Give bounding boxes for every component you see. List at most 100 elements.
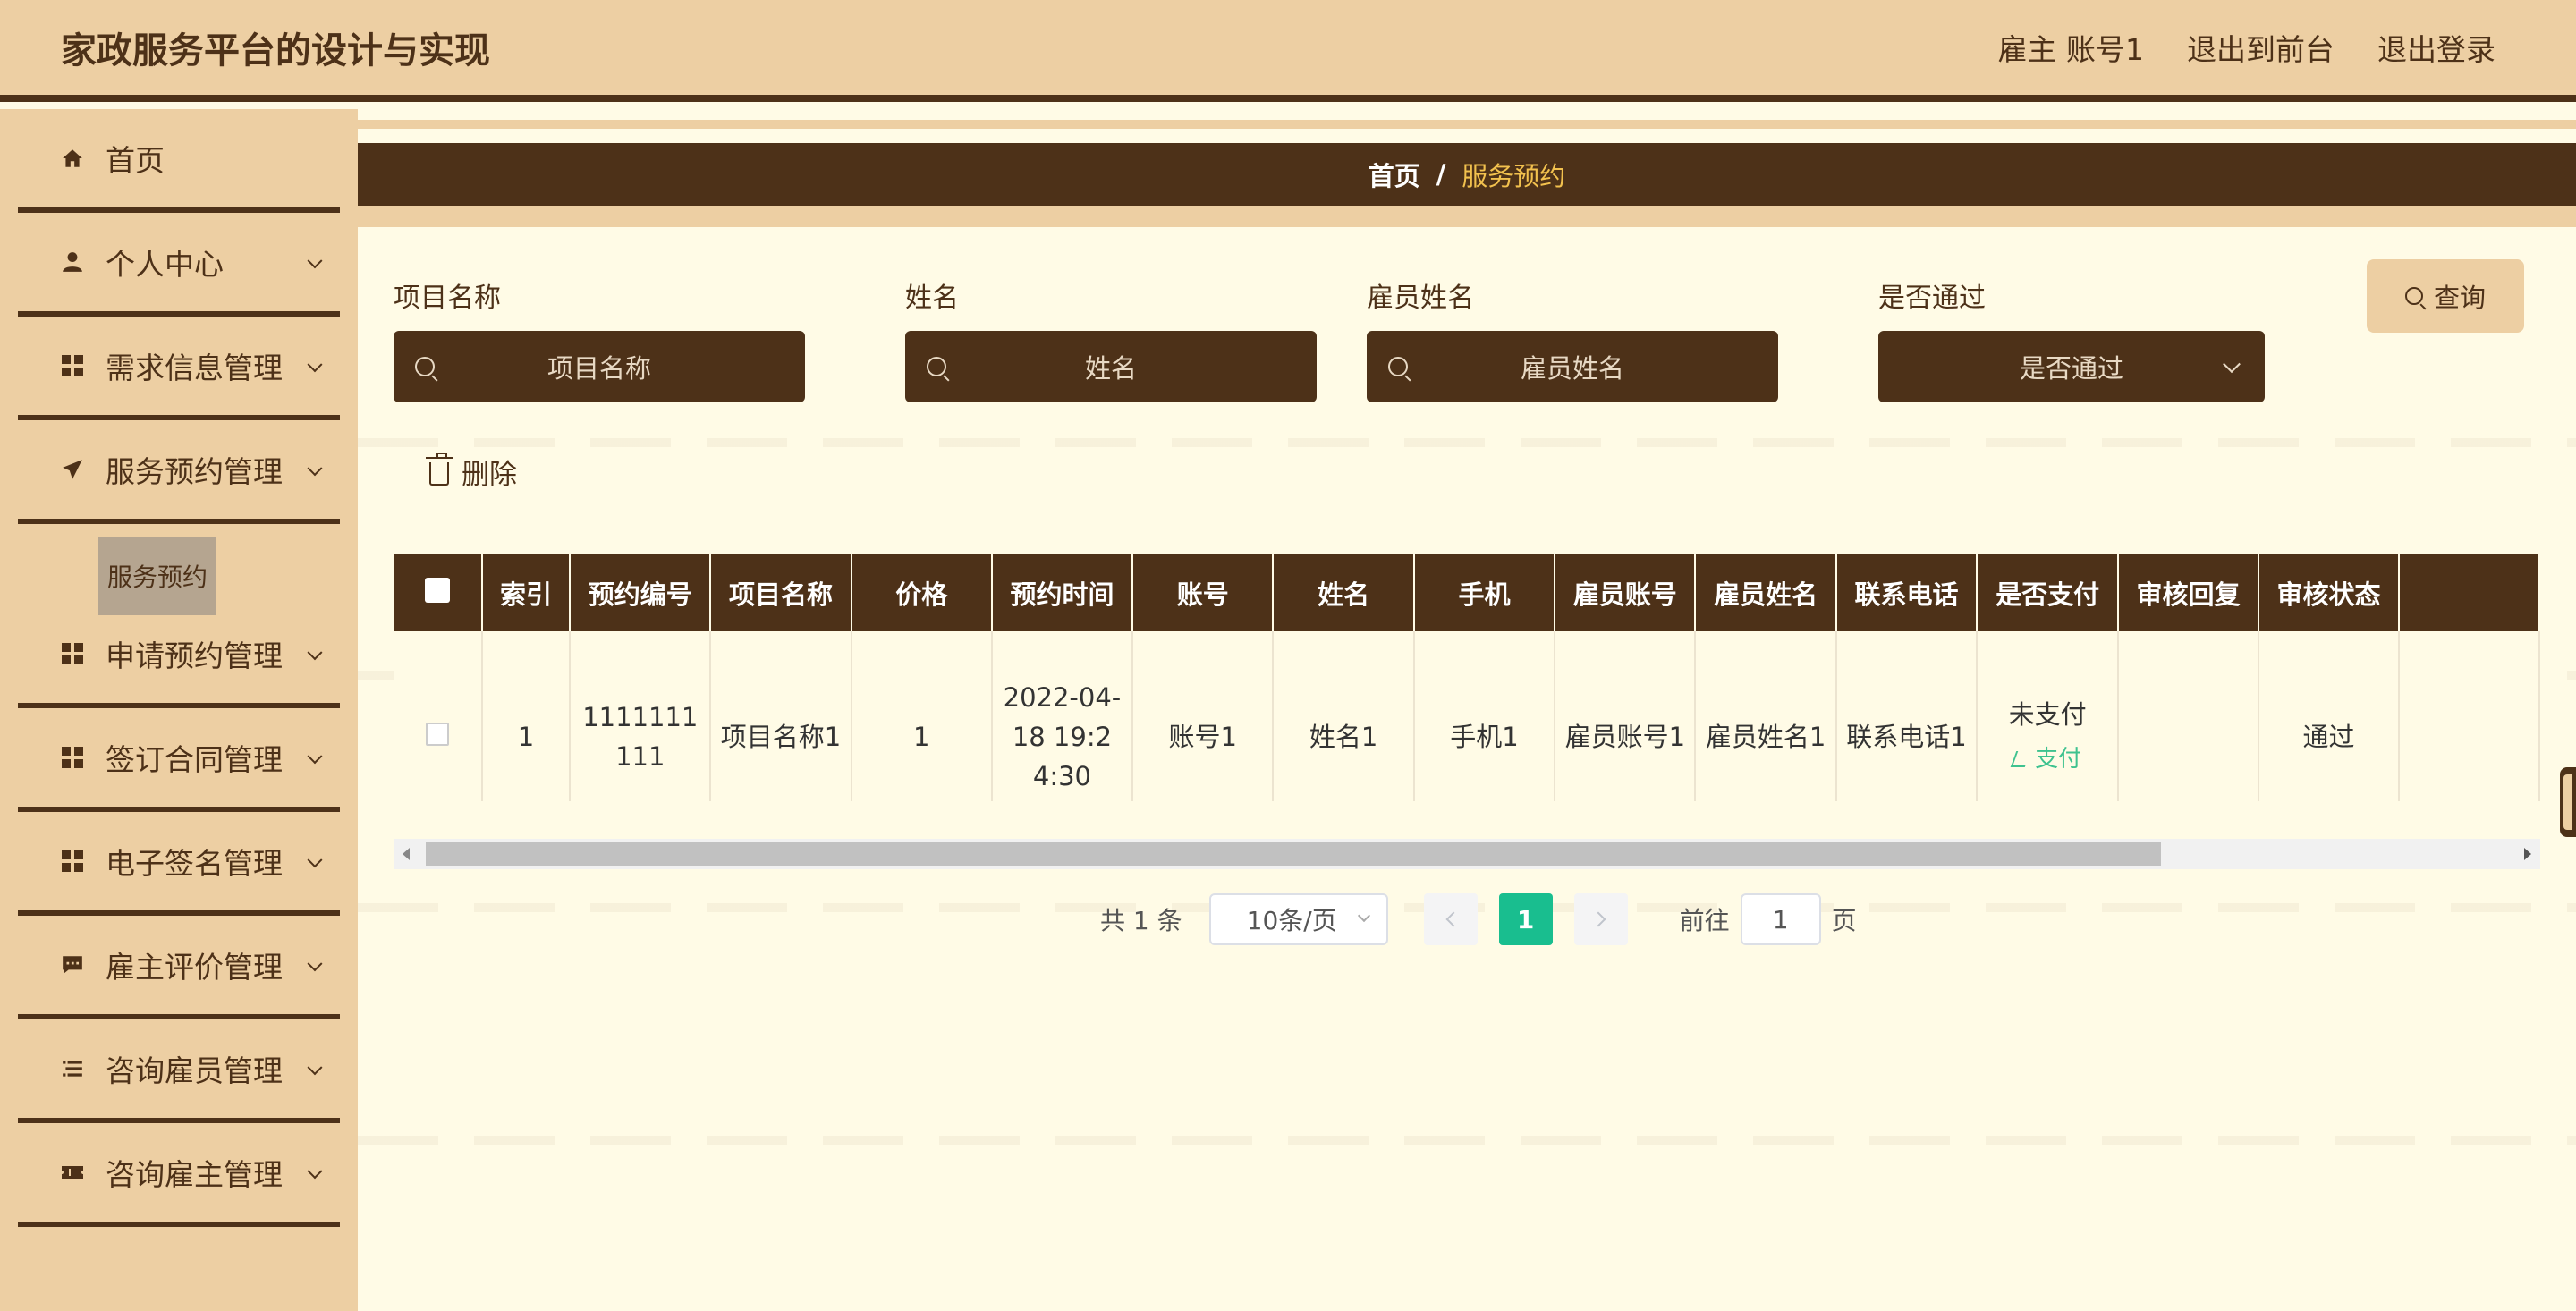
sidebar-item-employer-review[interactable]: 雇主评价管理 bbox=[18, 916, 340, 1019]
column-header: 联系电话 bbox=[1835, 554, 1979, 631]
pay-button-label: 支付 bbox=[2035, 745, 2082, 773]
column-header: 索引 bbox=[481, 554, 572, 631]
chevron-down-icon bbox=[307, 357, 323, 373]
chevron-down-icon bbox=[1357, 909, 1370, 923]
user-account-label[interactable]: 雇主 账号1 bbox=[1998, 26, 2145, 69]
sidebar-item-e-signature[interactable]: 电子签名管理 bbox=[18, 812, 340, 916]
exit-to-front-link[interactable]: 退出到前台 bbox=[2187, 26, 2334, 69]
column-header: 手机 bbox=[1413, 554, 1556, 631]
prev-page-button[interactable] bbox=[1423, 893, 1478, 945]
breadcrumb-underline bbox=[358, 206, 2576, 227]
pagination: 共 1 条 10条/页 1 前往 页 bbox=[1100, 892, 1857, 946]
pay-button[interactable]: 支付 bbox=[2010, 740, 2082, 779]
submenu-item-service-booking[interactable]: 服务预约 bbox=[98, 537, 216, 615]
page-size-value: 10条/页 bbox=[1246, 906, 1337, 935]
project-name-input[interactable]: 项目名称 bbox=[394, 331, 805, 402]
sidebar-item-label: 需求信息管理 bbox=[106, 351, 283, 385]
goto-suffix: 页 bbox=[1831, 906, 1857, 935]
sidebar-item-apply-booking[interactable]: 申请预约管理 bbox=[18, 605, 340, 708]
column-header: 项目名称 bbox=[710, 554, 852, 631]
row-checkbox[interactable] bbox=[425, 722, 449, 746]
service-booking-submenu: 服务预约 bbox=[18, 524, 340, 615]
chevron-down-icon bbox=[307, 1163, 323, 1180]
chevron-down-icon bbox=[307, 749, 323, 765]
breadcrumb-current: 服务预约 bbox=[1462, 161, 1566, 191]
passed-label: 是否通过 bbox=[1878, 283, 1986, 314]
select-all-checkbox[interactable] bbox=[424, 577, 450, 603]
column-header: 雇员账号 bbox=[1555, 554, 1697, 631]
table-row[interactable]: 1 1111111111 项目名称1 1 2022-04-18 19:24:30… bbox=[394, 631, 2540, 801]
watermark-strip bbox=[358, 438, 2576, 447]
scrollbar-thumb[interactable] bbox=[426, 842, 2161, 866]
column-header: 是否支付 bbox=[1977, 554, 2120, 631]
search-icon bbox=[415, 357, 435, 376]
breadcrumb-home[interactable]: 首页 bbox=[1368, 156, 1420, 193]
employee-name-input[interactable]: 雇员姓名 bbox=[1367, 331, 1778, 402]
scroll-left-icon[interactable] bbox=[402, 848, 410, 860]
goto-page: 前往 页 bbox=[1680, 893, 1857, 945]
user-icon bbox=[61, 250, 84, 274]
page-number-button[interactable]: 1 bbox=[1498, 893, 1553, 945]
sidebar-item-label: 签订合同管理 bbox=[106, 742, 283, 777]
sidebar: 首页 个人中心 需求信息管理 服务预约管理 服务预约 申请预约管理 签订合同管理… bbox=[0, 109, 358, 1311]
project-name-placeholder: 项目名称 bbox=[547, 353, 651, 384]
booking-table: 索引 预约编号 项目名称 价格 预约时间 账号 姓名 手机 雇员账号 雇员姓名 … bbox=[394, 554, 2540, 801]
logout-link[interactable]: 退出登录 bbox=[2377, 26, 2496, 69]
top-divider bbox=[358, 120, 2576, 129]
pagination-total: 共 1 条 bbox=[1100, 906, 1182, 935]
cell-contact: 联系电话1 bbox=[1835, 631, 1979, 801]
next-page-button[interactable] bbox=[1573, 893, 1628, 945]
chevron-up-icon bbox=[307, 461, 323, 477]
sidebar-item-service-booking[interactable]: 服务预约管理 bbox=[18, 420, 340, 524]
search-icon bbox=[2404, 287, 2423, 305]
main-content: 首页 / 服务预约 项目名称 项目名称 姓名 姓名 雇员姓名 雇员姓名 是否通过… bbox=[358, 109, 2576, 1311]
edit-icon bbox=[2010, 750, 2031, 767]
query-button[interactable]: 查询 bbox=[2367, 259, 2524, 333]
table-header-row: 索引 预约编号 项目名称 价格 预约时间 账号 姓名 手机 雇员账号 雇员姓名 … bbox=[394, 554, 2540, 631]
sidebar-item-label: 首页 bbox=[106, 143, 165, 178]
row-select-cell[interactable] bbox=[394, 631, 483, 801]
search-icon bbox=[927, 357, 946, 376]
goto-page-input[interactable] bbox=[1740, 893, 1821, 945]
name-placeholder: 姓名 bbox=[1084, 353, 1137, 384]
sidebar-item-home[interactable]: 首页 bbox=[18, 109, 340, 213]
search-icon bbox=[1388, 357, 1408, 376]
top-header: 家政服务平台的设计与实现 雇主 账号1 退出到前台 退出登录 bbox=[0, 0, 2576, 102]
passed-select[interactable]: 是否通过 bbox=[1878, 331, 2265, 402]
sidebar-item-consult-employer[interactable]: 咨询雇主管理 bbox=[18, 1123, 340, 1227]
sidebar-item-demand-info[interactable]: 需求信息管理 bbox=[18, 317, 340, 420]
delete-button[interactable]: 删除 bbox=[426, 449, 517, 494]
cell-status: 通过 bbox=[2258, 631, 2401, 801]
page-size-select[interactable]: 10条/页 bbox=[1208, 893, 1388, 945]
row-actions-stub[interactable] bbox=[2560, 767, 2576, 837]
sidebar-item-contract[interactable]: 签订合同管理 bbox=[18, 708, 340, 812]
breadcrumb-separator: / bbox=[1436, 159, 1446, 190]
chevron-down-icon bbox=[307, 852, 323, 868]
scroll-right-icon[interactable] bbox=[2524, 848, 2531, 860]
app-title: 家政服务平台的设计与实现 bbox=[61, 30, 490, 72]
send-icon bbox=[61, 458, 84, 481]
name-input[interactable]: 姓名 bbox=[905, 331, 1317, 402]
cell-paid: 未支付 支付 bbox=[1977, 631, 2120, 801]
passed-placeholder: 是否通过 bbox=[2019, 353, 2123, 384]
column-header: 审核回复 bbox=[2118, 554, 2259, 631]
cell-account: 账号1 bbox=[1132, 631, 1275, 801]
column-header: 价格 bbox=[851, 554, 993, 631]
sidebar-item-consult-employee[interactable]: 咨询雇员管理 bbox=[18, 1019, 340, 1123]
name-label: 姓名 bbox=[905, 283, 959, 314]
trash-icon bbox=[426, 453, 453, 486]
table-horizontal-scrollbar[interactable] bbox=[394, 839, 2540, 869]
cell-index: 1 bbox=[481, 631, 572, 801]
select-all-header[interactable] bbox=[394, 554, 483, 631]
grid-icon bbox=[61, 746, 84, 769]
delete-button-label: 删除 bbox=[462, 458, 517, 491]
sidebar-item-label: 服务预约管理 bbox=[106, 454, 283, 489]
header-actions: 雇主 账号1 退出到前台 退出登录 bbox=[1998, 26, 2496, 69]
home-icon bbox=[61, 147, 84, 170]
cell-time: 2022-04-18 19:24:30 bbox=[991, 631, 1134, 801]
sidebar-item-label: 雇主评价管理 bbox=[106, 950, 283, 985]
column-header: 预约时间 bbox=[991, 554, 1134, 631]
sidebar-item-personal-center[interactable]: 个人中心 bbox=[18, 213, 340, 317]
sidebar-item-label: 咨询雇主管理 bbox=[106, 1157, 283, 1192]
booking-table-container: 索引 预约编号 项目名称 价格 预约时间 账号 姓名 手机 雇员账号 雇员姓名 … bbox=[394, 554, 2540, 801]
